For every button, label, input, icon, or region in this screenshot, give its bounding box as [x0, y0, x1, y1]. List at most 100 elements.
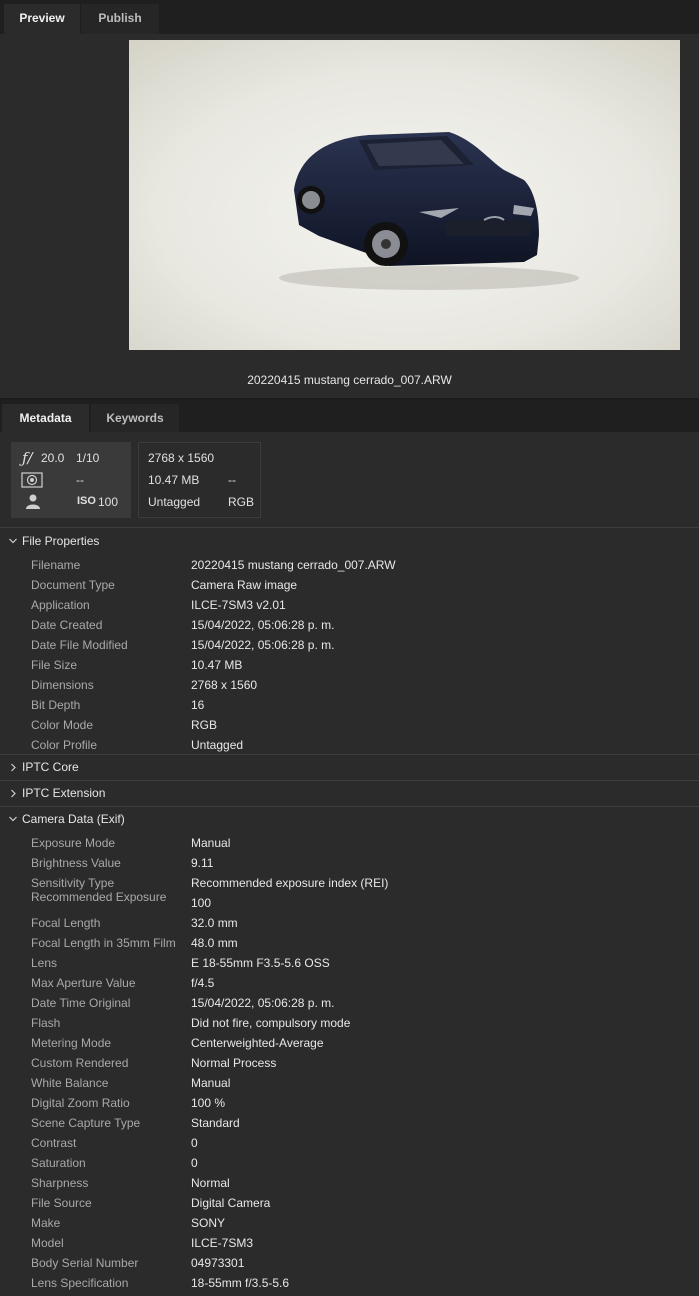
- metadata-key: Scene Capture Type: [31, 1116, 141, 1130]
- metadata-value[interactable]: 20220415 mustang cerrado_007.ARW: [191, 558, 396, 572]
- metadata-key: Contrast: [31, 1136, 77, 1150]
- metadata-row: Lens E 18-55mm F3.5-5.6 OSS: [0, 953, 699, 973]
- metadata-row: Sharpness Normal: [0, 1173, 699, 1193]
- metadata-value[interactable]: Centerweighted-Average: [191, 1036, 324, 1050]
- section-title: IPTC Core: [22, 760, 79, 774]
- metadata-key: Brightness Value: [31, 856, 121, 870]
- metadata-value[interactable]: 32.0 mm: [191, 916, 238, 930]
- metadata-value[interactable]: 15/04/2022, 05:06:28 p. m.: [191, 638, 334, 652]
- aperture-value: 20.0: [41, 451, 65, 465]
- metadata-value[interactable]: Recommended exposure index (REI): [191, 876, 388, 890]
- metadata-value[interactable]: Manual: [191, 1076, 230, 1090]
- divider: [0, 527, 699, 528]
- metadata-key: Focal Length: [31, 916, 101, 930]
- section-title: Camera Data (Exif): [22, 812, 125, 826]
- metadata-row: Contrast 0: [0, 1133, 699, 1153]
- file-summary: 2768 x 1560 10.47 MB -- Untagged RGB: [138, 442, 261, 518]
- metadata-row: Application ILCE-7SM3 v2.01: [0, 595, 699, 615]
- metadata-value[interactable]: 2768 x 1560: [191, 678, 257, 692]
- metadata-key: Color Profile: [31, 738, 98, 752]
- metadata-value[interactable]: 16: [191, 698, 204, 712]
- metadata-key: Focal Length in 35mm Film: [31, 936, 176, 950]
- section-camera-data[interactable]: Camera Data (Exif): [0, 807, 699, 832]
- metadata-row: White Balance Manual: [0, 1073, 699, 1093]
- metadata-key: Max Aperture Value: [31, 976, 136, 990]
- section-iptc-core[interactable]: IPTC Core: [0, 755, 699, 780]
- preview-filename: 20220415 mustang cerrado_007.ARW: [247, 373, 452, 387]
- metadata-row: Metering Mode Centerweighted-Average: [0, 1033, 699, 1053]
- metadata-value[interactable]: 9.11: [191, 856, 213, 870]
- metadata-value[interactable]: 0: [191, 1136, 198, 1150]
- metadata-value[interactable]: SONY: [191, 1216, 225, 1230]
- metadata-row: Focal Length 32.0 mm: [0, 913, 699, 933]
- profile-value: Untagged: [148, 495, 201, 509]
- metadata-value[interactable]: Digital Camera: [191, 1196, 270, 1210]
- metadata-value[interactable]: 04973301: [191, 1256, 244, 1270]
- metadata-key: Date Time Original: [31, 996, 131, 1010]
- tab-preview[interactable]: Preview: [4, 4, 80, 34]
- metadata-value[interactable]: 48.0 mm: [191, 936, 238, 950]
- metadata-value[interactable]: 100 %: [191, 1096, 225, 1110]
- metadata-value[interactable]: E 18-55mm F3.5-5.6 OSS: [191, 956, 330, 970]
- metadata-row: File Size 10.47 MB: [0, 655, 699, 675]
- iso-label: ISO: [77, 495, 96, 507]
- tab-metadata[interactable]: Metadata: [2, 404, 89, 432]
- metadata-row: Custom Rendered Normal Process: [0, 1053, 699, 1073]
- preview-image: [129, 40, 680, 350]
- metadata-value[interactable]: Normal: [191, 1176, 230, 1190]
- metering-icon: [21, 472, 43, 491]
- metadata-key: Digital Zoom Ratio: [31, 1096, 130, 1110]
- metadata-value[interactable]: 15/04/2022, 05:06:28 p. m.: [191, 996, 334, 1010]
- metadata-key: Custom Rendered: [31, 1056, 129, 1070]
- metadata-key: Recommended Exposure: [31, 890, 167, 904]
- metadata-value[interactable]: 18-55mm f/3.5-5.6: [191, 1276, 289, 1290]
- metadata-key: Lens Specification: [31, 1276, 129, 1290]
- metadata-row: Scene Capture Type Standard: [0, 1113, 699, 1133]
- tab-keywords[interactable]: Keywords: [91, 404, 179, 432]
- metadata-key: Metering Mode: [31, 1036, 112, 1050]
- metadata-value[interactable]: 0: [191, 1156, 198, 1170]
- metadata-row: Model ILCE-7SM3: [0, 1233, 699, 1253]
- metadata-tabbar: Metadata Keywords: [0, 400, 699, 432]
- metadata-value[interactable]: Untagged: [191, 738, 243, 752]
- iso-value: 100: [98, 495, 119, 509]
- metadata-row: Saturation 0: [0, 1153, 699, 1173]
- preview-panel: Preview Publish 20220415 mustang cerrado…: [0, 0, 699, 399]
- chevron-right-icon: [8, 781, 18, 806]
- metadata-value[interactable]: 15/04/2022, 05:06:28 p. m.: [191, 618, 334, 632]
- metadata-value[interactable]: Camera Raw image: [191, 578, 297, 592]
- metadata-row: Date File Modified 15/04/2022, 05:06:28 p…: [0, 635, 699, 655]
- chevron-down-icon: [8, 529, 18, 554]
- metadata-value[interactable]: Did not fire, compulsory mode: [191, 1016, 350, 1030]
- metadata-row: Bit Depth 16: [0, 695, 699, 715]
- tab-publish[interactable]: Publish: [81, 4, 159, 34]
- preview-tabbar: Preview Publish: [0, 0, 699, 34]
- metadata-value[interactable]: Normal Process: [191, 1056, 276, 1070]
- metadata-key: Bit Depth: [31, 698, 81, 712]
- metadata-key: Body Serial Number: [31, 1256, 139, 1270]
- metadata-row: Dimensions 2768 x 1560: [0, 675, 699, 695]
- metadata-value[interactable]: RGB: [191, 718, 217, 732]
- metadata-value[interactable]: Manual: [191, 836, 230, 850]
- section-file-properties[interactable]: File Properties: [0, 529, 699, 554]
- metadata-value[interactable]: ILCE-7SM3: [191, 1236, 253, 1250]
- metadata-key: Sharpness: [31, 1176, 89, 1190]
- dimensions-value: 2768 x 1560: [148, 451, 215, 465]
- metadata-value[interactable]: ILCE-7SM3 v2.01: [191, 598, 286, 612]
- metadata-row: Recommended Exposure 100: [0, 890, 699, 913]
- metadata-row: Color Mode RGB: [0, 715, 699, 735]
- metadata-row: Lens Specification 18-55mm f/3.5-5.6: [0, 1273, 699, 1293]
- chevron-right-icon: [8, 755, 18, 780]
- metadata-key: Saturation: [31, 1156, 86, 1170]
- metadata-row: Date Created 15/04/2022, 05:06:28 p. m.: [0, 615, 699, 635]
- metadata-row: Max Aperture Value f/4.5: [0, 973, 699, 993]
- metadata-value[interactable]: Standard: [191, 1116, 240, 1130]
- metadata-key: Model: [31, 1236, 64, 1250]
- metadata-row: Make SONY: [0, 1213, 699, 1233]
- metadata-value[interactable]: 10.47 MB: [191, 658, 242, 672]
- metadata-value[interactable]: 100: [191, 896, 211, 910]
- metadata-key: Exposure Mode: [31, 836, 116, 850]
- section-iptc-extension[interactable]: IPTC Extension: [0, 781, 699, 806]
- metadata-value[interactable]: f/4.5: [191, 976, 214, 990]
- metadata-key: White Balance: [31, 1076, 109, 1090]
